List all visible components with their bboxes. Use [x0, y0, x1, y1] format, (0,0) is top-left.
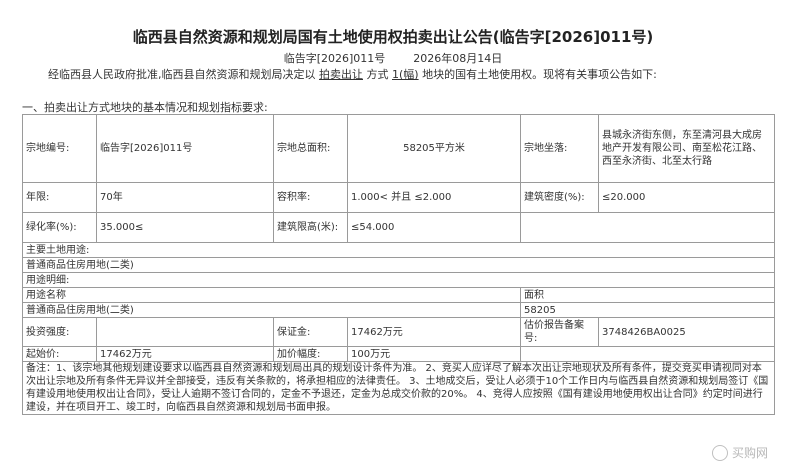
watermark-logo-icon — [711, 444, 728, 461]
use-name-header: 用途名称 — [22, 287, 521, 303]
empty-cell — [520, 212, 775, 243]
main-use-label: 主要土地用途: — [22, 242, 775, 258]
location-value: 县城永济街东侧，东至清河县大成房地产开发有限公司、南至松花江路、西至永济街、北至… — [598, 114, 775, 183]
doc-date: 2026年08月14日 — [413, 52, 503, 65]
far-value: 1.000< 并且 ≤2.000 — [347, 182, 521, 213]
term-value: 70年 — [96, 182, 274, 213]
start-price-label: 起始价: — [22, 346, 97, 362]
term-label: 年限: — [22, 182, 97, 213]
intro-text-mid: 方式 — [366, 68, 389, 81]
use-name-value: 普通商品住房用地(二类) — [22, 302, 521, 318]
section-title: 一、拍卖出让方式地块的基本情况和规划指标要求: — [22, 101, 268, 114]
doc-number: 临告字[2026]011号 — [283, 52, 386, 65]
height-label: 建筑限高(米): — [273, 212, 348, 243]
announcement-page: 临西县自然资源和规划局国有土地使用权拍卖出让公告(临告字[2026]011号) … — [0, 0, 786, 467]
parcel-info-table: 宗地编号: 临告字[2026]011号 宗地总面积: 58205平方米 宗地坐落… — [22, 114, 775, 415]
green-label: 绿化率(%): — [22, 212, 97, 243]
increment-label: 加价幅度: — [273, 346, 348, 362]
intro-paragraph: 经临西县人民政府批准,临西县自然资源和规划局决定以 拍卖出让 方式 1(幅) 地… — [22, 67, 772, 82]
location-label: 宗地坐落: — [520, 114, 599, 183]
far-label: 容积率: — [273, 182, 348, 213]
use-desc-label: 用途明细: — [22, 272, 775, 288]
page-title: 临西县自然资源和规划局国有土地使用权拍卖出让公告(临告字[2026]011号) — [132, 28, 654, 46]
parcel-no-label: 宗地编号: — [22, 114, 97, 183]
increment-value: 100万元 — [347, 346, 521, 362]
parcel-count: 1(幅) — [392, 68, 419, 81]
total-area-label: 宗地总面积: — [273, 114, 348, 183]
area-header: 面积 — [520, 287, 775, 303]
density-value: ≤20.000 — [598, 182, 775, 213]
density-label: 建筑密度(%): — [520, 182, 599, 213]
watermark: 买购网 — [711, 444, 768, 461]
total-area-value: 58205平方米 — [347, 114, 521, 183]
intro-text-after: 地块的国有土地使用权。现将有关事项公告如下: — [422, 68, 657, 81]
report-value: 3748426BA0025 — [598, 317, 775, 347]
empty-cell — [520, 346, 775, 362]
height-value: ≤54.000 — [347, 212, 521, 243]
parcel-no-value: 临告字[2026]011号 — [96, 114, 274, 183]
report-label: 估价报告备案号: — [520, 317, 599, 347]
watermark-text: 买购网 — [731, 446, 768, 460]
invest-label: 投资强度: — [22, 317, 97, 347]
start-price-value: 17462万元 — [96, 346, 274, 362]
doc-meta: 临告字[2026]011号 2026年08月14日 — [0, 50, 786, 66]
main-use-value: 普通商品住房用地(二类) — [22, 257, 775, 273]
sale-method: 拍卖出让 — [319, 68, 363, 81]
deposit-label: 保证金: — [273, 317, 348, 347]
use-area-value: 58205 — [520, 302, 775, 318]
intro-text-before: 经临西县人民政府批准,临西县自然资源和规划局决定以 — [48, 68, 316, 81]
notes: 备注：1、该宗地其他规划建设要求以临西县自然资源和规划局出具的规划设计条件为准。… — [22, 361, 775, 415]
deposit-value: 17462万元 — [347, 317, 521, 347]
green-value: 35.000≤ — [96, 212, 274, 243]
invest-value — [96, 317, 274, 347]
